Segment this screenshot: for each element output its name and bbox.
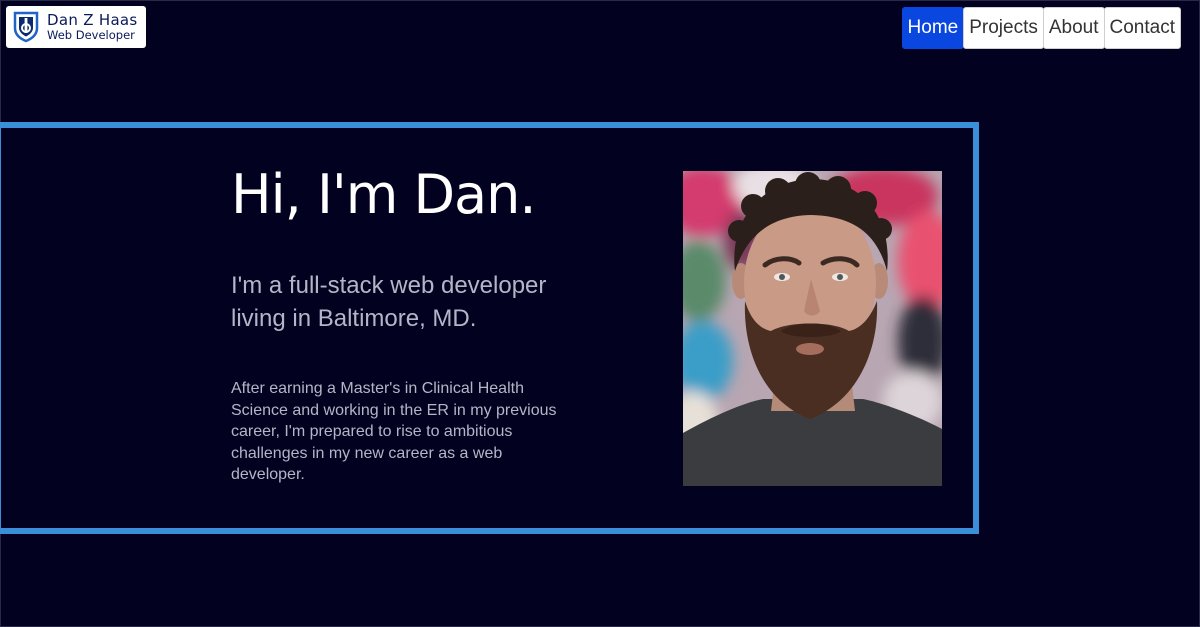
main-nav: Home Projects About Contact — [901, 7, 1181, 49]
nav-home[interactable]: Home — [901, 7, 965, 49]
logo-text: Dan Z Haas Web Developer — [47, 11, 138, 42]
nav-about[interactable]: About — [1042, 7, 1105, 49]
hero-title: Hi, I'm Dan. — [231, 163, 537, 226]
logo-name: Dan Z Haas — [47, 11, 138, 30]
nav-contact[interactable]: Contact — [1103, 7, 1181, 49]
shield-d-logo-icon — [11, 10, 41, 44]
hero-description: After earning a Master's in Clinical Hea… — [231, 380, 557, 483]
portrait-photo — [683, 171, 942, 486]
page: Dan Z Haas Web Developer Home Projects A… — [0, 0, 1200, 627]
logo-subtitle: Web Developer — [47, 27, 135, 42]
nav-projects[interactable]: Projects — [963, 7, 1044, 49]
hero-subtitle: I'm a full-stack web developer living in… — [231, 272, 547, 332]
site-logo[interactable]: Dan Z Haas Web Developer — [6, 6, 146, 48]
